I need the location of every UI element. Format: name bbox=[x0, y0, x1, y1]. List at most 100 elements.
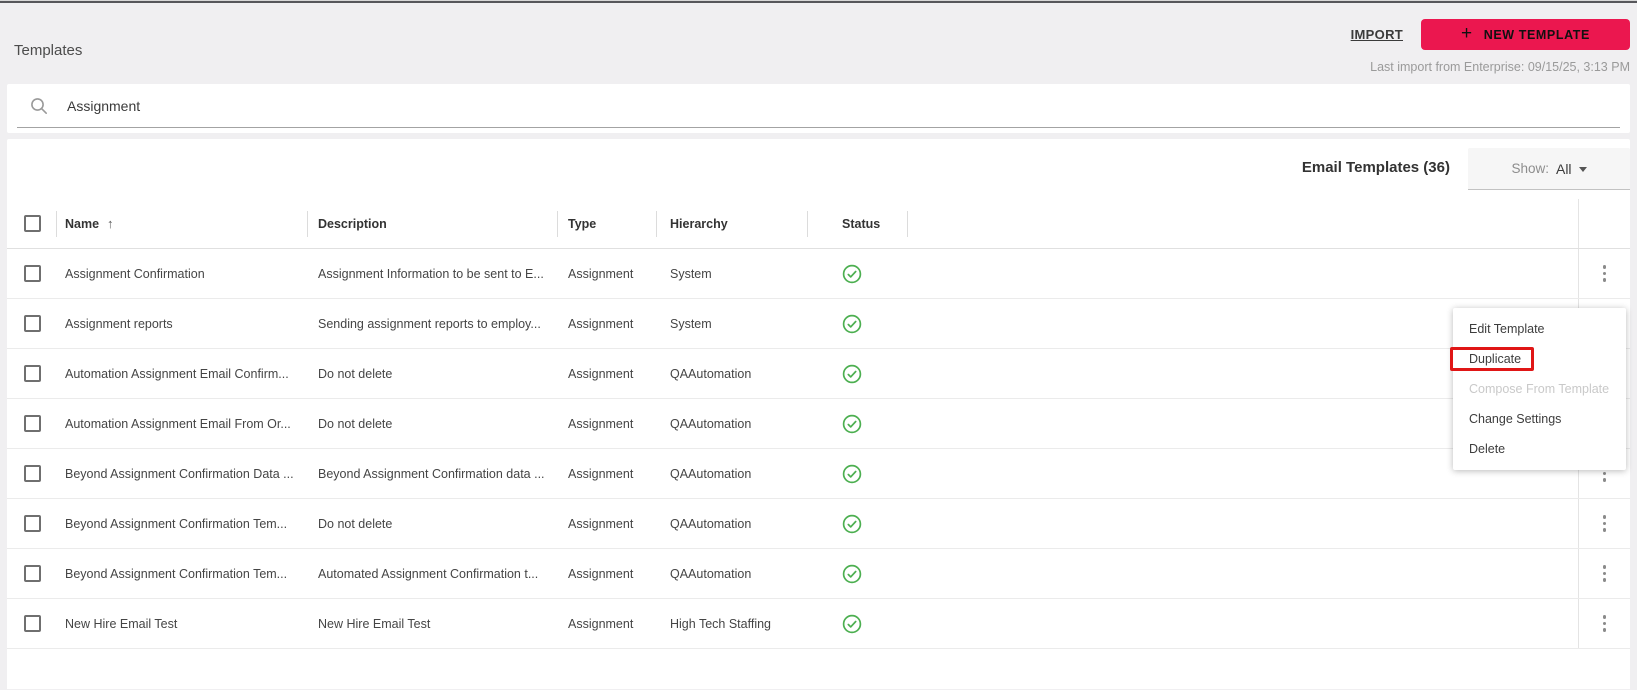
cell-name: Automation Assignment Email From Or... bbox=[65, 416, 291, 431]
search-icon bbox=[31, 97, 48, 114]
page-title: Templates bbox=[14, 42, 83, 59]
search-input[interactable] bbox=[67, 97, 1467, 114]
row-actions-kebab-icon[interactable] bbox=[1599, 511, 1611, 536]
cell-status bbox=[808, 449, 908, 498]
cell-type: Assignment bbox=[568, 566, 634, 581]
select-all-checkbox[interactable] bbox=[23, 215, 41, 232]
context-menu-item-duplicate[interactable]: Duplicate bbox=[1450, 344, 1626, 374]
table-header: Name ↑ Description Type Hierarchy Status bbox=[7, 199, 1630, 249]
cell-hierarchy: System bbox=[670, 266, 712, 281]
cell-hierarchy: System bbox=[670, 316, 712, 331]
row-checkbox[interactable] bbox=[23, 365, 41, 382]
column-header-name[interactable]: Name ↑ bbox=[57, 199, 308, 248]
row-checkbox[interactable] bbox=[23, 615, 41, 632]
column-header-description[interactable]: Description bbox=[308, 199, 558, 248]
cell-name: Automation Assignment Email Confirm... bbox=[65, 366, 289, 381]
column-header-type[interactable]: Type bbox=[558, 199, 657, 248]
last-import-text: Last import from Enterprise: 09/15/25, 3… bbox=[1370, 60, 1630, 74]
table-row[interactable]: Beyond Assignment Confirmation Tem... Do… bbox=[7, 499, 1630, 549]
row-checkbox[interactable] bbox=[23, 415, 41, 432]
cell-description: Do not delete bbox=[318, 416, 393, 431]
cell-type: Assignment bbox=[568, 466, 634, 481]
row-checkbox[interactable] bbox=[23, 315, 41, 332]
row-actions-kebab-icon[interactable] bbox=[1599, 611, 1611, 636]
status-active-icon bbox=[842, 564, 862, 583]
cell-status bbox=[808, 399, 908, 448]
context-menu-item-edit-template[interactable]: Edit Template bbox=[1453, 314, 1626, 344]
cell-status bbox=[808, 499, 908, 548]
page-header: Templates IMPORT + NEW TEMPLATE Last imp… bbox=[0, 3, 1637, 84]
search-bar bbox=[7, 84, 1630, 133]
table-row[interactable]: Beyond Assignment Confirmation Tem... Au… bbox=[7, 549, 1630, 599]
new-template-button[interactable]: + NEW TEMPLATE bbox=[1421, 19, 1630, 50]
column-header-actions bbox=[1578, 199, 1630, 248]
list-title: Email Templates (36) bbox=[1301, 159, 1450, 176]
cell-description: Sending assignment reports to employ... bbox=[318, 316, 541, 331]
cell-type: Assignment bbox=[568, 416, 634, 431]
cell-type: Assignment bbox=[568, 266, 634, 281]
table-row[interactable]: Assignment Confirmation Assignment Infor… bbox=[7, 249, 1630, 299]
cell-hierarchy: QAAutomation bbox=[670, 566, 752, 581]
table-row[interactable]: New Hire Email Test New Hire Email Test … bbox=[7, 599, 1630, 649]
row-actions-kebab-icon[interactable] bbox=[1599, 261, 1611, 286]
cell-type: Assignment bbox=[568, 516, 634, 531]
cell-status bbox=[808, 549, 908, 598]
column-header-status[interactable]: Status bbox=[808, 199, 908, 248]
cell-description: Assignment Information to be sent to E..… bbox=[318, 266, 544, 281]
status-active-icon bbox=[842, 314, 862, 333]
cell-status bbox=[808, 349, 908, 398]
row-checkbox[interactable] bbox=[23, 265, 41, 282]
cell-type: Assignment bbox=[568, 316, 634, 331]
cell-hierarchy: QAAutomation bbox=[670, 516, 752, 531]
table-row[interactable]: Automation Assignment Email Confirm... D… bbox=[7, 349, 1630, 399]
table-row[interactable]: Beyond Assignment Confirmation Data ... … bbox=[7, 449, 1630, 499]
row-actions-kebab-icon[interactable] bbox=[1599, 561, 1611, 586]
row-checkbox[interactable] bbox=[23, 515, 41, 532]
cell-status bbox=[808, 299, 908, 348]
cell-type: Assignment bbox=[568, 366, 634, 381]
cell-hierarchy: QAAutomation bbox=[670, 416, 752, 431]
table-row-partial bbox=[7, 649, 1630, 689]
cell-status bbox=[808, 599, 908, 648]
context-menu-item-delete[interactable]: Delete bbox=[1453, 434, 1626, 464]
cell-name: Assignment Confirmation bbox=[65, 266, 205, 281]
cell-name: Beyond Assignment Confirmation Tem... bbox=[65, 516, 288, 531]
new-template-label: NEW TEMPLATE bbox=[1483, 27, 1590, 42]
cell-description: Beyond Assignment Confirmation data ... bbox=[318, 466, 545, 481]
show-filter-label: Show: bbox=[1511, 161, 1549, 176]
cell-name: Assignment reports bbox=[65, 316, 173, 331]
status-active-icon bbox=[842, 514, 862, 533]
cell-name: Beyond Assignment Confirmation Tem... bbox=[65, 566, 288, 581]
status-active-icon bbox=[842, 464, 862, 483]
sort-ascending-icon: ↑ bbox=[107, 216, 114, 231]
context-menu-item-compose-from-template: Compose From Template bbox=[1469, 382, 1610, 396]
chevron-down-icon bbox=[1578, 167, 1587, 172]
show-filter-value: All bbox=[1555, 160, 1572, 177]
cell-description: Do not delete bbox=[318, 366, 393, 381]
table-row[interactable]: Assignment reports Sending assignment re… bbox=[7, 299, 1630, 349]
context-menu-item-change-settings[interactable]: Change Settings bbox=[1453, 404, 1626, 434]
cell-status bbox=[808, 249, 908, 298]
import-link[interactable]: IMPORT bbox=[1351, 27, 1403, 42]
column-header-hierarchy[interactable]: Hierarchy bbox=[657, 199, 808, 248]
cell-hierarchy: High Tech Staffing bbox=[670, 616, 771, 631]
row-checkbox[interactable] bbox=[23, 465, 41, 482]
row-checkbox[interactable] bbox=[23, 565, 41, 582]
cell-description: New Hire Email Test bbox=[318, 616, 431, 631]
templates-card: Email Templates (36) Show: All Name ↑ De… bbox=[7, 139, 1630, 689]
cell-hierarchy: QAAutomation bbox=[670, 466, 752, 481]
cell-hierarchy: QAAutomation bbox=[670, 366, 752, 381]
table-body: Assignment Confirmation Assignment Infor… bbox=[7, 249, 1630, 649]
table-row[interactable]: Automation Assignment Email From Or... D… bbox=[7, 399, 1630, 449]
cell-type: Assignment bbox=[568, 616, 634, 631]
status-active-icon bbox=[842, 614, 862, 633]
plus-icon: + bbox=[1461, 23, 1473, 44]
row-context-menu: Edit Template Duplicate Compose From Tem… bbox=[1450, 308, 1626, 470]
status-active-icon bbox=[842, 264, 862, 283]
status-active-icon bbox=[842, 414, 862, 433]
cell-name: New Hire Email Test bbox=[65, 616, 178, 631]
status-active-icon bbox=[842, 364, 862, 383]
show-filter-dropdown[interactable]: Show: All bbox=[1468, 148, 1630, 190]
cell-description: Do not delete bbox=[318, 516, 393, 531]
cell-name: Beyond Assignment Confirmation Data ... bbox=[65, 466, 294, 481]
